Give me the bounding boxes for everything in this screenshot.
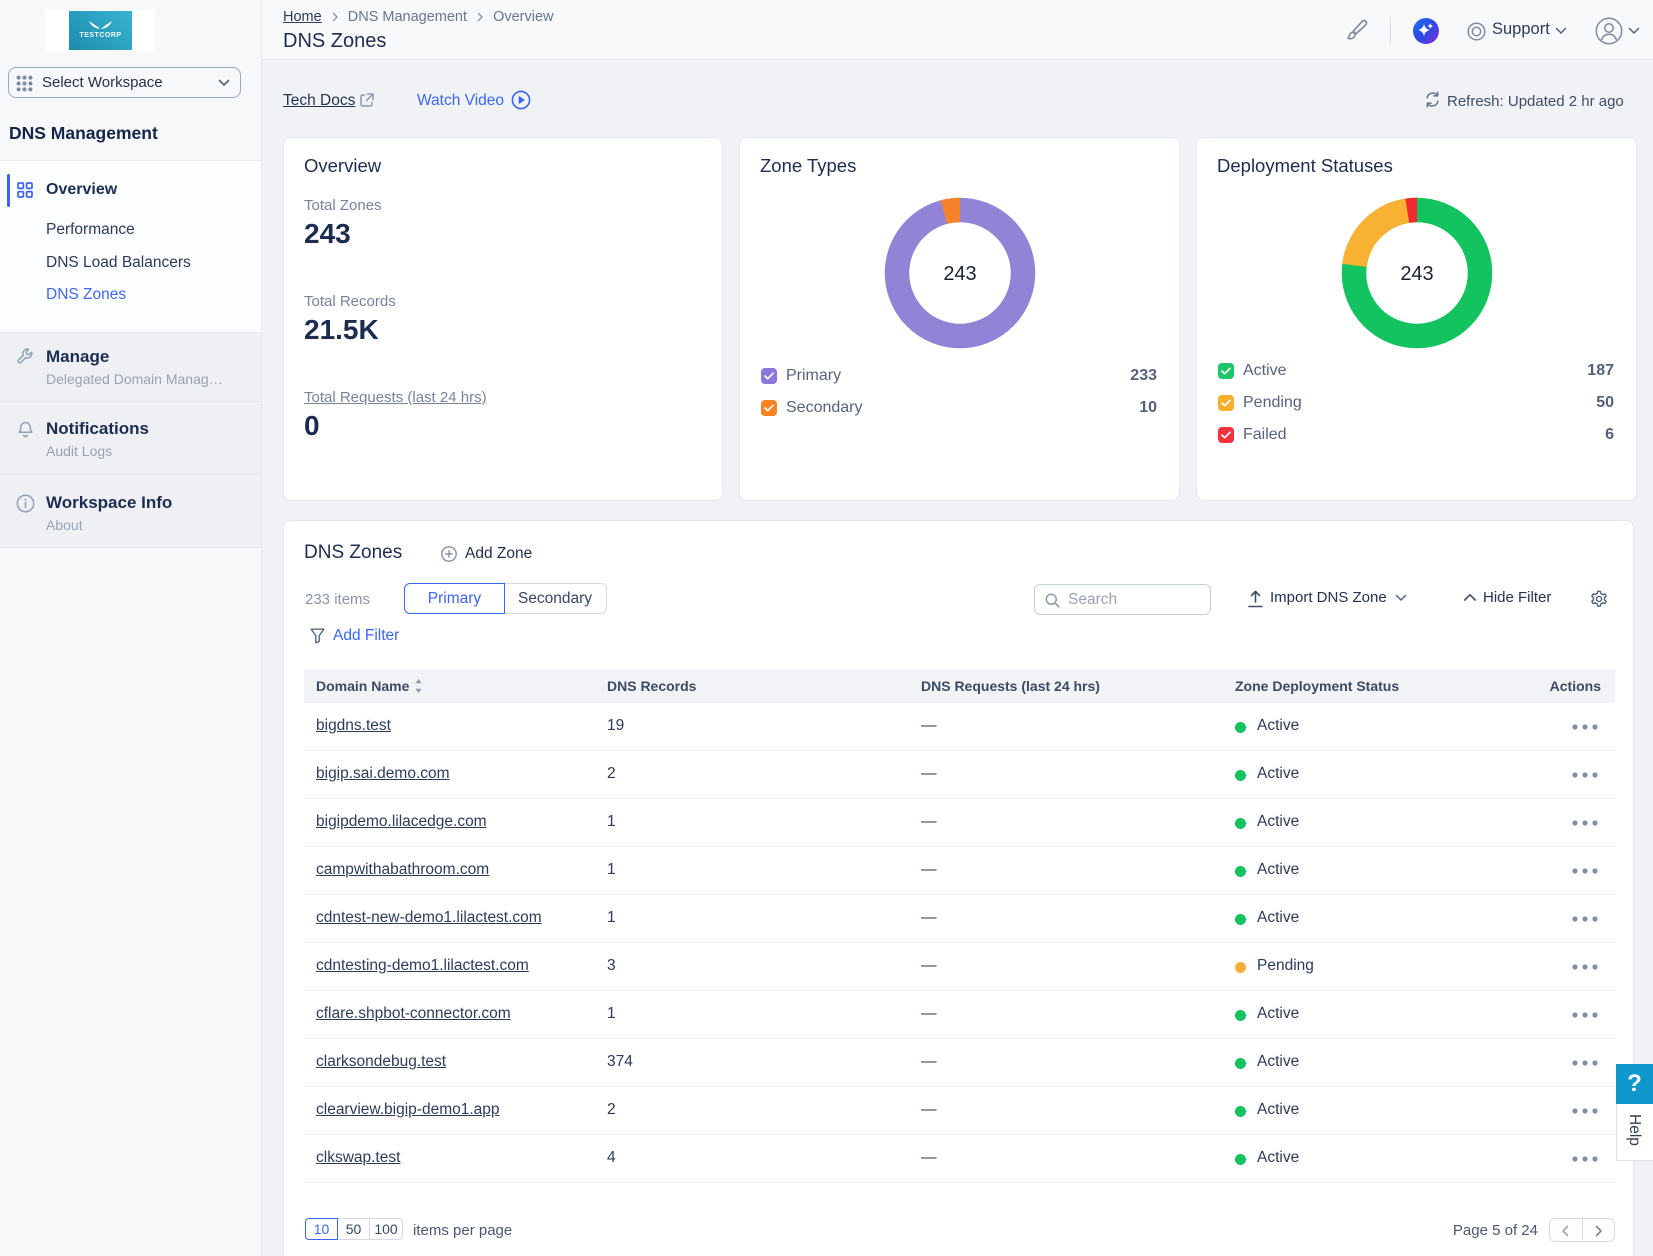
svg-text:243: 243 [1400,263,1433,285]
svg-text:243: 243 [943,263,976,285]
